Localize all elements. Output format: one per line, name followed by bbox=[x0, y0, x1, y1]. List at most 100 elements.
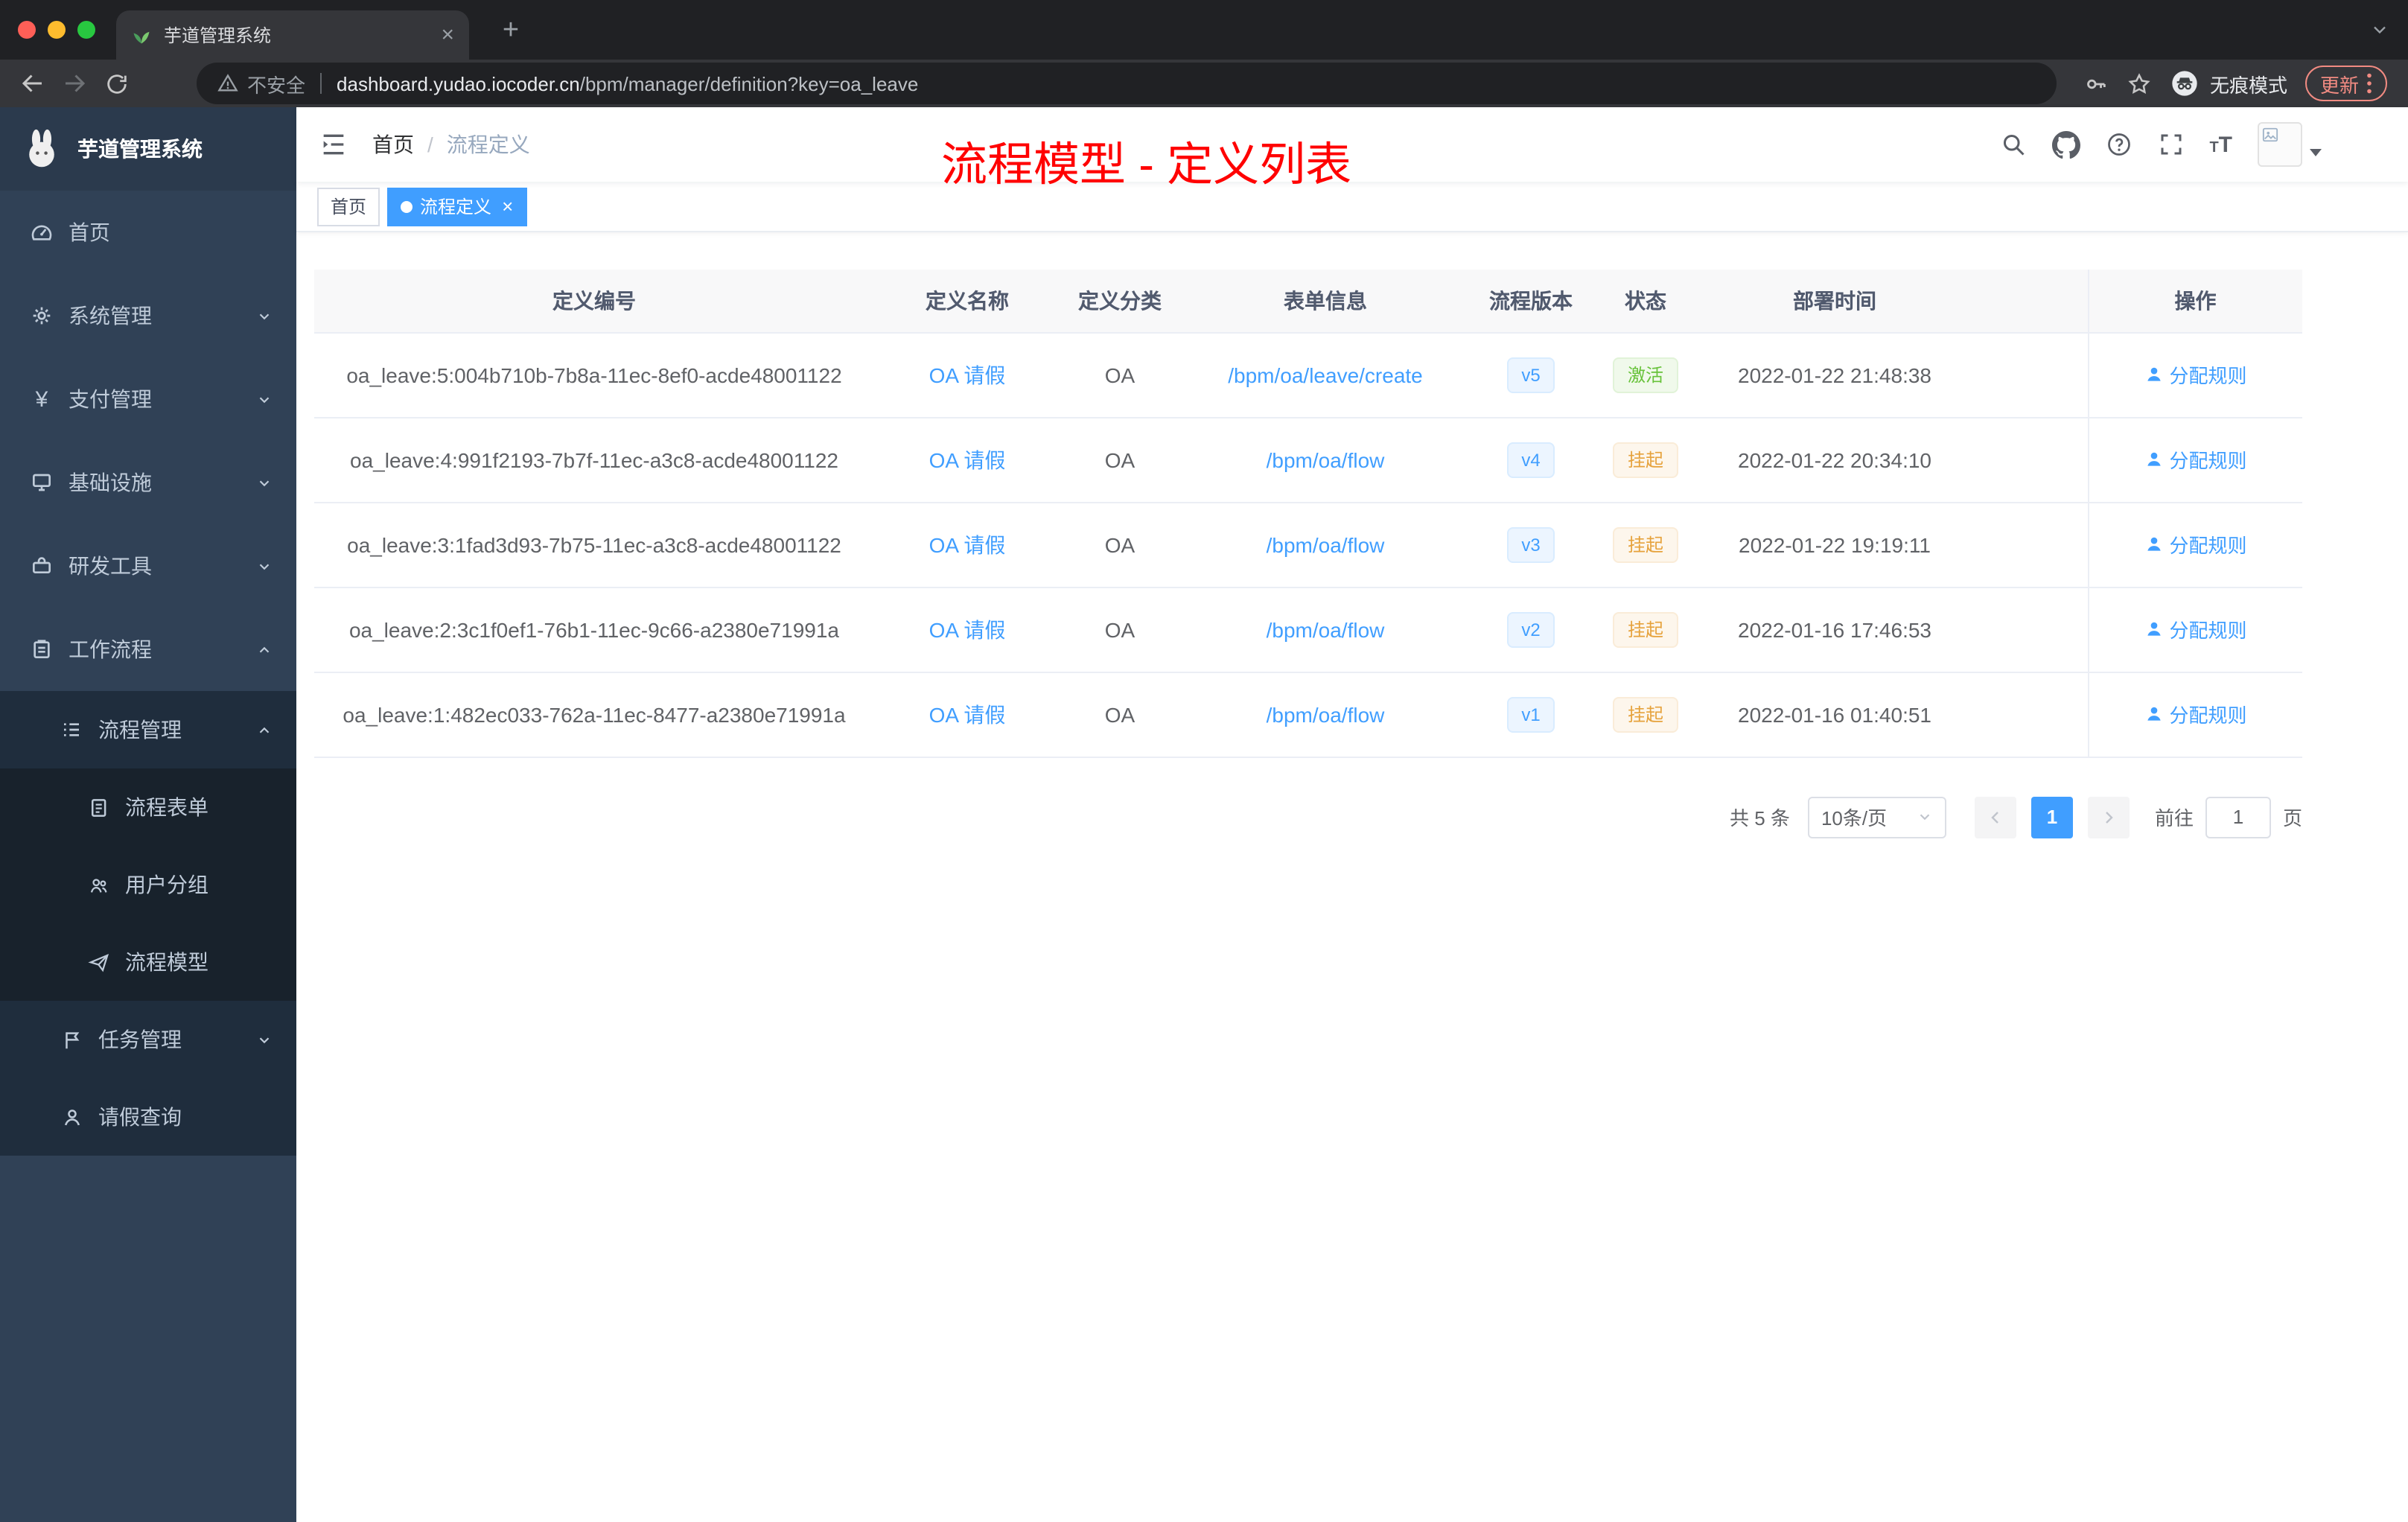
bookmark-star-icon[interactable] bbox=[2127, 71, 2152, 96]
sidebar-logo[interactable]: 芋道管理系统 bbox=[0, 107, 296, 191]
search-icon[interactable] bbox=[1999, 131, 2026, 158]
password-key-icon[interactable] bbox=[2083, 71, 2109, 96]
chevron-down-icon bbox=[256, 558, 273, 574]
browser-tab[interactable]: 芋道管理系统 × bbox=[116, 10, 469, 60]
pagination-total: 共 5 条 bbox=[1730, 807, 1790, 830]
breadcrumb-home[interactable]: 首页 bbox=[372, 130, 414, 159]
forward-button[interactable] bbox=[54, 63, 95, 104]
user-icon bbox=[2147, 622, 2161, 636]
col-definition-name: 定义名称 bbox=[874, 270, 1060, 333]
chevron-right-icon bbox=[2106, 811, 2113, 823]
reload-button[interactable] bbox=[95, 63, 137, 104]
dashboard-icon bbox=[30, 220, 54, 244]
sidebar-item-infra[interactable]: 基础设施 bbox=[0, 441, 296, 524]
flag-icon bbox=[60, 1028, 83, 1051]
table-row: oa_leave:1:482ec033-762a-11ec-8477-a2380… bbox=[314, 672, 2302, 757]
assign-rule-link[interactable]: 分配规则 bbox=[2144, 360, 2247, 389]
prev-page-button[interactable] bbox=[1974, 796, 2016, 838]
tab-close-icon[interactable]: × bbox=[441, 24, 454, 46]
address-bar[interactable]: 不安全 dashboard.yudao.iocoder.cn/bpm/manag… bbox=[197, 63, 2057, 104]
status-badge: 激活 bbox=[1612, 357, 1678, 392]
form-info-link[interactable]: /bpm/oa/flow bbox=[1267, 702, 1385, 726]
tab-favicon-icon bbox=[131, 25, 152, 45]
sidebar-item-process-form[interactable]: 流程表单 bbox=[0, 768, 296, 846]
window-minimize-button[interactable] bbox=[48, 21, 66, 39]
table-row: oa_leave:4:991f2193-7b7f-11ec-a3c8-acde4… bbox=[314, 417, 2302, 503]
page-number-1[interactable]: 1 bbox=[2030, 796, 2073, 838]
kebab-menu-icon bbox=[2367, 73, 2372, 94]
clipboard-icon bbox=[30, 637, 54, 661]
font-size-icon[interactable]: TT bbox=[2209, 133, 2232, 156]
assign-rule-link[interactable]: 分配规则 bbox=[2144, 615, 2247, 643]
sidebar-toggle-hamburger-icon[interactable] bbox=[319, 130, 348, 159]
security-label: 不安全 bbox=[247, 74, 306, 96]
definition-name-link[interactable]: OA 请假 bbox=[929, 617, 1006, 641]
warning-triangle-icon bbox=[217, 73, 238, 94]
definition-id-cell: oa_leave:2:3c1f0ef1-76b1-11ec-9c66-a2380… bbox=[314, 587, 874, 672]
definition-id-cell: oa_leave:3:1fad3d93-7b75-11ec-a3c8-acde4… bbox=[314, 502, 874, 588]
definition-name-link[interactable]: OA 请假 bbox=[929, 532, 1006, 556]
deploy-time-cell: 2022-01-16 17:46:53 bbox=[1701, 587, 1969, 672]
form-info-link[interactable]: /bpm/oa/leave/create bbox=[1228, 363, 1423, 386]
window-close-button[interactable] bbox=[18, 21, 36, 39]
site-security-chip[interactable]: 不安全 bbox=[217, 69, 305, 98]
category-cell: OA bbox=[1060, 502, 1179, 588]
sidebar-item-home[interactable]: 首页 bbox=[0, 191, 296, 274]
sidebar-item-payment[interactable]: ¥ 支付管理 bbox=[0, 357, 296, 441]
sidebar-item-process-model[interactable]: 流程模型 bbox=[0, 923, 296, 1001]
version-badge: v3 bbox=[1506, 526, 1555, 562]
goto-label: 前往 bbox=[2154, 807, 2194, 830]
form-info-link[interactable]: /bpm/oa/flow bbox=[1267, 448, 1385, 471]
tab-search-chevron-icon[interactable] bbox=[2369, 19, 2390, 40]
browser-window: 芋道管理系统 × + 不安全 dashboard.yudao.iocoder.c… bbox=[0, 0, 2408, 1522]
form-info-link[interactable]: /bpm/oa/flow bbox=[1267, 617, 1385, 641]
definition-name-link[interactable]: OA 请假 bbox=[929, 702, 1006, 726]
col-definition-id: 定义编号 bbox=[314, 270, 874, 333]
back-button[interactable] bbox=[12, 63, 54, 104]
assign-rule-link[interactable]: 分配规则 bbox=[2144, 700, 2247, 728]
toolbox-icon bbox=[30, 554, 54, 578]
next-page-button[interactable] bbox=[2087, 796, 2130, 838]
browser-tabstrip: 芋道管理系统 × + bbox=[0, 0, 2408, 60]
chevron-down-icon bbox=[256, 391, 273, 407]
sidebar-item-devtools[interactable]: 研发工具 bbox=[0, 524, 296, 608]
assign-rule-link[interactable]: 分配规则 bbox=[2144, 445, 2247, 474]
assign-rule-link[interactable]: 分配规则 bbox=[2144, 530, 2247, 558]
tag-home[interactable]: 首页 bbox=[317, 187, 380, 226]
tag-process-definition[interactable]: 流程定义 × bbox=[387, 187, 527, 226]
sidebar-item-task-mgmt[interactable]: 任务管理 bbox=[0, 1001, 296, 1078]
form-info-link[interactable]: /bpm/oa/flow bbox=[1267, 532, 1385, 556]
chevron-down-icon bbox=[256, 474, 273, 491]
sidebar-item-user-group[interactable]: 用户分组 bbox=[0, 846, 296, 923]
table-header-row: 定义编号 定义名称 定义分类 表单信息 流程版本 状态 部署时间 操作 bbox=[314, 270, 2302, 333]
select-caret-icon bbox=[1920, 814, 1930, 821]
sidebar-item-leave-query[interactable]: 请假查询 bbox=[0, 1078, 296, 1156]
user-icon bbox=[2147, 707, 2161, 721]
help-question-icon[interactable] bbox=[2105, 131, 2132, 158]
user-icon bbox=[2147, 537, 2161, 551]
active-dot bbox=[401, 200, 413, 212]
pagination: 共 5 条 10条/页 1 前往 页 bbox=[314, 796, 2302, 838]
chevron-down-icon bbox=[256, 308, 273, 324]
user-avatar-menu[interactable] bbox=[2258, 122, 2322, 167]
definition-name-link[interactable]: OA 请假 bbox=[929, 363, 1006, 386]
browser-toolbar: 不安全 dashboard.yudao.iocoder.cn/bpm/manag… bbox=[0, 60, 2408, 107]
status-badge: 挂起 bbox=[1612, 611, 1678, 647]
col-status: 状态 bbox=[1590, 270, 1701, 333]
chrome-update-button[interactable]: 更新 bbox=[2305, 66, 2387, 101]
user-group-icon bbox=[86, 873, 110, 897]
fullscreen-icon[interactable] bbox=[2157, 131, 2184, 158]
yen-icon: ¥ bbox=[35, 386, 48, 412]
list-icon bbox=[60, 718, 83, 742]
window-zoom-button[interactable] bbox=[77, 21, 95, 39]
page-size-select[interactable]: 10条/页 bbox=[1807, 796, 1946, 838]
sidebar-item-system[interactable]: 系统管理 bbox=[0, 274, 296, 357]
sidebar-item-process-mgmt[interactable]: 流程管理 bbox=[0, 691, 296, 768]
goto-page-input[interactable] bbox=[2205, 796, 2271, 838]
tag-close-icon[interactable]: × bbox=[502, 197, 513, 216]
github-icon[interactable] bbox=[2051, 130, 2080, 159]
sidebar-item-workflow[interactable]: 工作流程 bbox=[0, 608, 296, 691]
definition-name-link[interactable]: OA 请假 bbox=[929, 448, 1006, 471]
status-badge: 挂起 bbox=[1612, 696, 1678, 732]
new-tab-button[interactable]: + bbox=[491, 12, 530, 51]
